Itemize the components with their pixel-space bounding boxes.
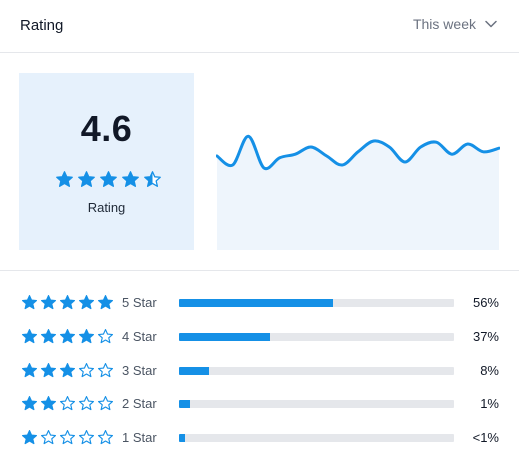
star-filled-icon <box>78 294 95 310</box>
star-half-icon <box>144 171 161 187</box>
star-filled-icon <box>40 294 57 310</box>
average-rating-value: 4.6 <box>80 108 133 149</box>
rating-row-bar-track <box>179 299 454 307</box>
rating-row: 2 Star 1% <box>0 393 519 413</box>
star-outline-icon <box>97 362 114 377</box>
star-filled-icon <box>59 294 76 310</box>
rating-row-bar-fill <box>179 400 190 409</box>
star-filled-icon <box>40 362 57 377</box>
star-filled-icon <box>100 171 117 187</box>
star-outline-icon <box>97 328 114 343</box>
rating-row-label: 4 Star <box>122 328 157 344</box>
rating-row-percent: 37% <box>472 328 499 344</box>
rating-row: 5 Star 56% <box>0 292 519 312</box>
star-filled-icon <box>78 171 95 187</box>
star-filled-icon <box>56 171 73 187</box>
star-filled-icon <box>40 328 57 343</box>
rating-row-bar-track <box>179 366 454 375</box>
rating-row-label: 3 Star <box>122 362 157 378</box>
rating-row-stars <box>21 395 114 412</box>
rating-row: 1 Star <1% <box>0 427 519 447</box>
rating-row-percent: <1% <box>472 430 499 446</box>
rating-row-label: 5 Star <box>122 295 157 310</box>
rating-row-label: 2 Star <box>122 396 157 412</box>
star-filled-icon <box>21 328 38 343</box>
rating-trend-chart <box>216 134 500 250</box>
star-filled-icon <box>21 396 38 411</box>
star-outline-icon <box>59 430 76 445</box>
rating-row-stars <box>21 294 114 311</box>
star-outline-icon <box>40 430 57 445</box>
rating-row-bar-track <box>179 400 454 409</box>
rating-row-bar-fill <box>179 332 270 341</box>
rating-row: 3 Star 8% <box>0 360 519 380</box>
rating-row-bar-fill <box>179 299 333 307</box>
star-outline-icon <box>59 396 76 411</box>
card-header: Rating This week <box>0 0 519 53</box>
rating-row-percent: 8% <box>480 362 499 378</box>
star-outline-icon <box>78 430 95 445</box>
star-filled-icon <box>21 430 38 445</box>
star-filled-icon <box>97 294 114 310</box>
star-filled-icon <box>78 328 95 343</box>
star-outline-icon <box>78 396 95 411</box>
star-filled-icon <box>122 171 139 187</box>
star-outline-icon <box>78 362 95 377</box>
star-filled-icon <box>59 362 76 377</box>
star-filled-icon <box>21 294 38 310</box>
rating-row: 4 Star 37% <box>0 326 519 346</box>
rating-row-label: 1 Star <box>122 430 157 446</box>
period-dropdown-label: This week <box>412 16 476 32</box>
star-filled-icon <box>59 328 76 343</box>
average-rating-card <box>19 73 194 250</box>
star-outline-icon <box>97 430 114 445</box>
chevron-down-icon <box>485 20 497 28</box>
average-rating-stars <box>55 170 162 189</box>
star-filled-icon <box>40 396 57 411</box>
rating-row-percent: 1% <box>480 396 499 412</box>
rating-row-bar-track <box>179 434 454 443</box>
rating-row-stars <box>21 429 114 446</box>
rating-row-bar-track <box>179 332 454 341</box>
average-rating-caption: Rating <box>87 200 126 215</box>
rating-row-bar-fill <box>179 434 185 443</box>
rating-row-percent: 56% <box>472 295 499 310</box>
rating-row-stars <box>21 362 114 379</box>
rating-row-stars <box>21 328 114 345</box>
rating-row-bar-fill <box>179 366 210 375</box>
star-outline-icon <box>97 396 114 411</box>
period-dropdown[interactable]: This week <box>413 16 497 32</box>
section-divider <box>0 270 519 271</box>
card-title: Rating <box>20 17 64 34</box>
star-filled-icon <box>21 362 38 377</box>
